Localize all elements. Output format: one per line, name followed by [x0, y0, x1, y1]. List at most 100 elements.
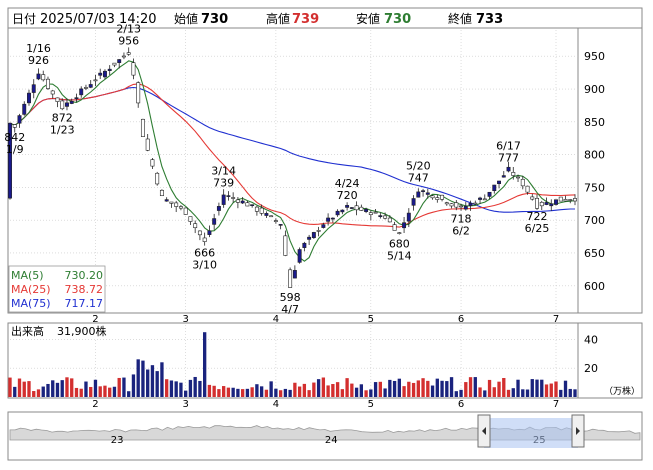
volume-bar: [79, 388, 83, 397]
price-tick-label: 700: [584, 214, 605, 227]
candle: [288, 267, 293, 288]
volume-bar: [369, 389, 373, 397]
volume-bar: [454, 391, 458, 397]
volume-bar: [288, 389, 292, 397]
price-tick-label: 800: [584, 149, 605, 162]
volume-bar: [27, 381, 31, 397]
candle: [349, 207, 354, 210]
open-label: 始値: [174, 11, 198, 26]
volume-bar: [122, 377, 126, 397]
volume-bar: [293, 382, 297, 397]
ma-legend: MA(5) 730.20 MA(25) 738.72 MA(75) 717.17: [8, 265, 106, 313]
volume-bar: [55, 382, 60, 397]
volume-bar: [117, 377, 121, 397]
volume-bar: [165, 379, 169, 397]
volume-bar: [264, 389, 269, 397]
volume-bar: [407, 381, 411, 397]
navigator-right-handle[interactable]: [571, 414, 585, 448]
volume-bar: [312, 382, 316, 397]
volume-bar: [207, 384, 212, 397]
volume-bar: [60, 380, 64, 397]
price-annotation: 7226/25: [525, 210, 550, 235]
price-tick-label: 600: [584, 280, 605, 293]
volume-bar: [473, 377, 477, 397]
svg-text:6/2: 6/2: [452, 224, 470, 237]
price-annotation: 6805/14: [387, 237, 412, 262]
volume-date-tick: 3: [182, 399, 188, 410]
candle: [554, 199, 558, 206]
candle: [269, 215, 274, 218]
volume-bar: [359, 384, 364, 397]
volume-bar: [65, 377, 69, 397]
volume-bar: [212, 385, 216, 397]
volume-bar: [402, 386, 406, 397]
volume-bar: [416, 380, 420, 397]
volume-date-tick: 5: [368, 399, 374, 410]
volume-bar: [483, 390, 487, 397]
volume-bar: [540, 379, 544, 397]
volume-bar: [250, 387, 254, 397]
volume-bar: [297, 386, 302, 397]
volume-value: 31,900株: [57, 324, 107, 338]
volume-bar: [302, 383, 307, 397]
volume-bar: [326, 385, 330, 397]
volume-bar: [236, 388, 240, 397]
volume-bar: [321, 377, 326, 397]
volume-bar: [563, 380, 568, 397]
price-annotation: 2/13956: [116, 22, 141, 47]
candle: [183, 207, 188, 215]
volume-bar: [51, 380, 55, 397]
volume-bar: [316, 379, 321, 397]
volume-bar: [464, 382, 468, 397]
volume-bar: [421, 378, 425, 397]
volume-bar: [22, 381, 26, 397]
ma25-label: MA(25): [11, 283, 51, 296]
volume-bar: [127, 391, 131, 397]
price-annotation: 6/17777: [496, 140, 521, 165]
volume-bar: [41, 386, 45, 397]
svg-text:3/10: 3/10: [192, 258, 217, 271]
volume-bar: [525, 389, 530, 397]
volume-bar: [554, 381, 558, 397]
volume-bar: [274, 388, 278, 397]
volume-bar: [283, 388, 288, 397]
range-navigator[interactable]: 232425: [7, 411, 643, 461]
volume-bar: [440, 380, 444, 397]
volume-tick-label: 20: [584, 362, 598, 375]
ma5-value: 730.20: [65, 269, 104, 282]
volume-bar: [392, 380, 397, 397]
navigator-selection[interactable]: [484, 418, 578, 448]
price-annotation: 4/24720: [335, 177, 360, 202]
close-value: 733: [476, 12, 503, 27]
ma75-value: 717.17: [65, 297, 104, 310]
price-annotation: 8721/23: [50, 111, 75, 136]
volume-label: 出来高: [11, 324, 44, 338]
price-annotation: 1/16926: [26, 42, 51, 67]
volume-bar: [378, 381, 382, 397]
volume-bar: [383, 388, 387, 397]
volume-tick-label: 40: [584, 333, 598, 346]
svg-text:777: 777: [498, 152, 519, 165]
volume-bar: [226, 387, 231, 397]
price-annotation: 5984/7: [280, 291, 301, 316]
volume-bar: [511, 388, 515, 397]
price-tick-label: 850: [584, 116, 605, 129]
volume-bar: [36, 389, 41, 397]
volume-bar: [89, 386, 93, 397]
volume-bar: [84, 381, 88, 397]
svg-text:1/9: 1/9: [6, 143, 24, 156]
svg-text:4/7: 4/7: [281, 303, 299, 316]
volume-date-tick: 6: [458, 399, 464, 410]
volume-bar: [373, 382, 378, 397]
volume-bar: [155, 371, 159, 397]
navigator-left-handle[interactable]: [477, 414, 491, 448]
price-tick-label: 750: [584, 181, 605, 194]
price-tick-label: 900: [584, 83, 605, 96]
volume-bar: [397, 378, 401, 397]
volume-bar: [169, 380, 174, 397]
volume-date-tick: 7: [553, 399, 559, 410]
svg-text:956: 956: [118, 34, 139, 47]
volume-bar: [98, 386, 102, 397]
candle: [159, 189, 164, 197]
svg-text:6/25: 6/25: [525, 222, 550, 235]
